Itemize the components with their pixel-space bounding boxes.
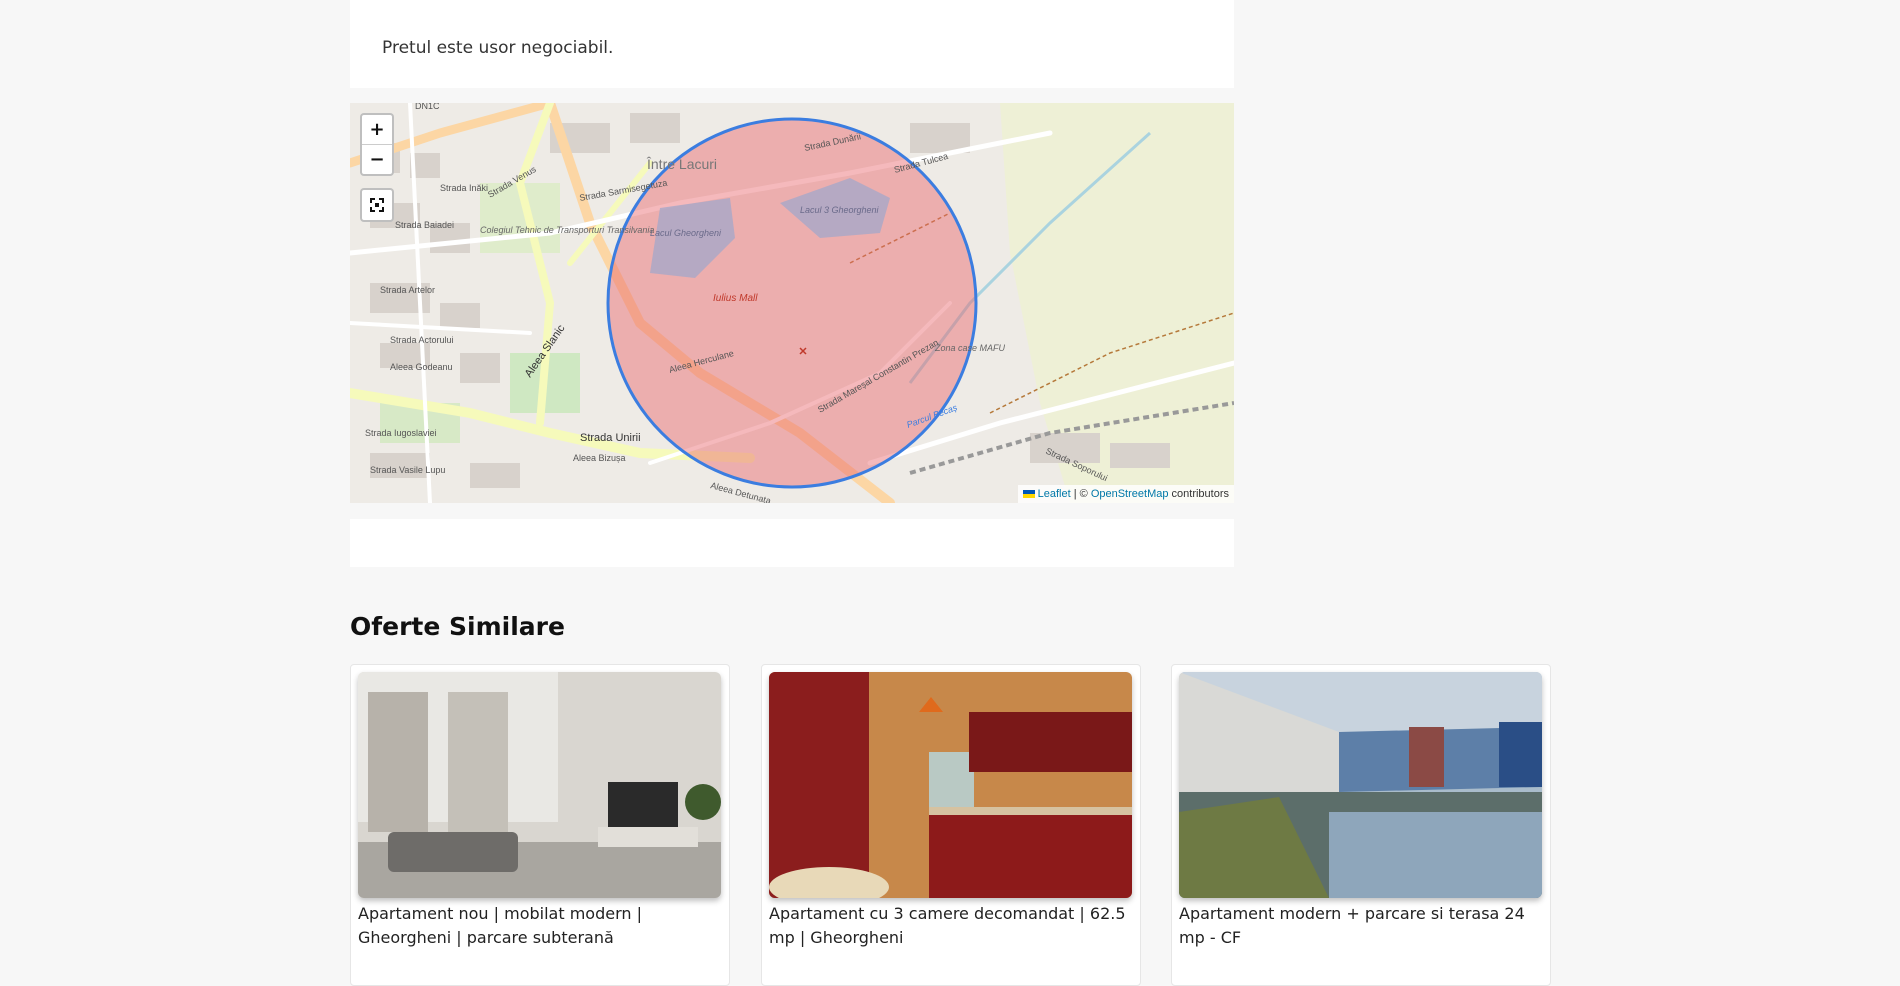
label-colegiul: Colegiul Tehnic de Transporturi Transilv… bbox=[480, 225, 654, 235]
fullscreen-icon bbox=[370, 198, 384, 212]
label-strada-iugoslaviei: Strada Iugoslaviei bbox=[365, 428, 437, 438]
label-strada-actorului: Strada Actorului bbox=[390, 335, 454, 345]
label-lacul-gheorgheni: Lacul Gheorgheni bbox=[650, 228, 722, 238]
zoom-control: + − bbox=[360, 113, 394, 176]
label-strada-vasile-lupu: Strada Vasile Lupu bbox=[370, 465, 445, 475]
zoom-in-button[interactable]: + bbox=[362, 115, 392, 144]
osm-link[interactable]: OpenStreetMap bbox=[1091, 488, 1169, 500]
label-zona-mafu: Zona case MAFU bbox=[934, 343, 1006, 353]
label-strada-inaki: Strada Inăki bbox=[440, 183, 488, 193]
ukraine-flag-icon bbox=[1022, 490, 1035, 499]
blank-card bbox=[350, 519, 1234, 567]
attribution-separator: | © bbox=[1070, 488, 1091, 500]
listing-title[interactable]: Apartament nou | mobilat modern | Gheorg… bbox=[358, 902, 726, 950]
label-strada-artelor: Strada Artelor bbox=[380, 285, 435, 295]
search-radius-circle bbox=[606, 117, 978, 489]
listing-title[interactable]: Apartament modern + parcare si terasa 24… bbox=[1179, 902, 1547, 950]
label-iulius-mall: Iulius Mall bbox=[713, 293, 758, 304]
listing-card[interactable]: Apartament cu 3 camere decomandat | 62.5… bbox=[761, 664, 1141, 986]
listing-card[interactable]: Apartament nou | mobilat modern | Gheorg… bbox=[350, 664, 730, 986]
label-aleea-godeanu: Aleea Godeanu bbox=[390, 362, 453, 372]
map-tiles[interactable]: Între Lacuri Strada Dunării Strada Sarmi… bbox=[350, 103, 1234, 503]
label-dn1c: DN1C bbox=[415, 103, 440, 111]
label-lacul-3: Lacul 3 Gheorgheni bbox=[800, 205, 880, 215]
attribution-suffix: contributors bbox=[1168, 488, 1229, 500]
description-card: Pretul este usor negociabil. bbox=[350, 0, 1234, 88]
building-lake-photo[interactable] bbox=[1179, 672, 1542, 898]
listing-card[interactable]: Apartament modern + parcare si terasa 24… bbox=[1171, 664, 1551, 986]
zoom-out-button[interactable]: − bbox=[362, 144, 392, 174]
leaflet-link[interactable]: Leaflet bbox=[1038, 488, 1071, 500]
fullscreen-button[interactable] bbox=[360, 188, 394, 222]
similar-offers-title: Oferte Similare bbox=[350, 612, 565, 641]
map-attribution: Leaflet | © OpenStreetMap contributors bbox=[1017, 485, 1234, 503]
description-text: Pretul este usor negociabil. bbox=[382, 38, 614, 58]
label-aleea-bizusa: Aleea Bizușa bbox=[573, 453, 626, 463]
label-strada-baiadei: Strada Baiadei bbox=[395, 220, 454, 230]
location-map[interactable]: Între Lacuri Strada Dunării Strada Sarmi… bbox=[350, 103, 1234, 503]
red-kitchen-photo[interactable] bbox=[769, 672, 1132, 898]
label-strada-unirii: Strada Unirii bbox=[580, 432, 641, 444]
label-intre-lacuri: Între Lacuri bbox=[646, 156, 717, 172]
listing-title[interactable]: Apartament cu 3 camere decomandat | 62.5… bbox=[769, 902, 1137, 950]
living-room-photo[interactable] bbox=[358, 672, 721, 898]
